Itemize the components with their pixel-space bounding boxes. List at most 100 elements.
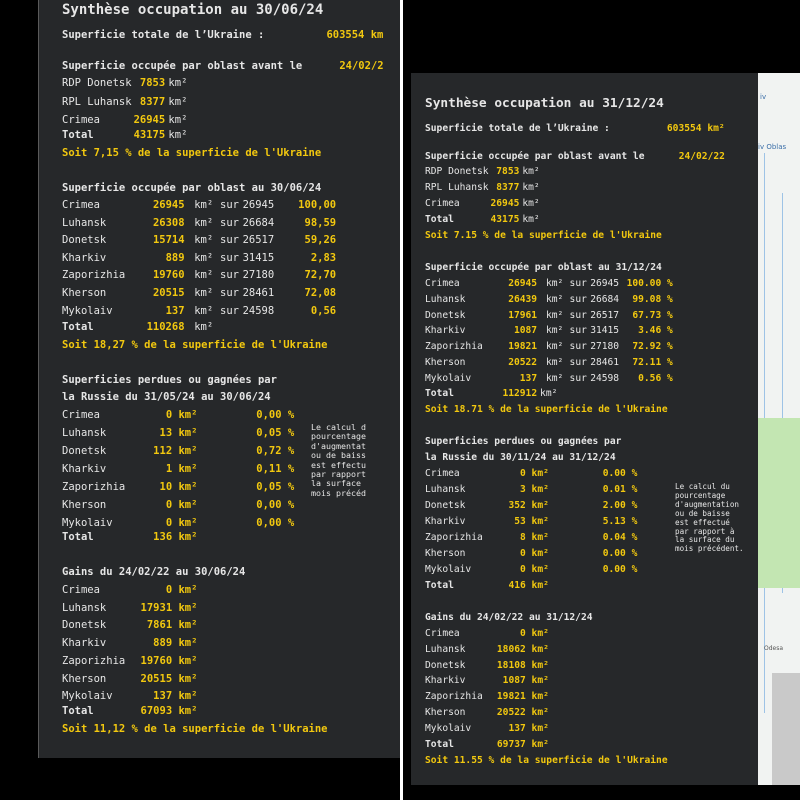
right-occ-unit: km² — [545, 325, 564, 337]
left-change-name: Kherson — [62, 499, 107, 511]
left-title: Synthèse occupation au 30/06/24 — [62, 2, 324, 18]
left-gains-name: Crimea — [62, 584, 100, 596]
right-occ-unit: km² — [545, 293, 564, 305]
right-occ-unit: km² — [545, 372, 564, 384]
right-gains-name: Kharkiv — [425, 675, 466, 687]
left-gains-name: Mykolaiv — [62, 690, 113, 703]
right-occ-value: 137 — [519, 372, 538, 384]
right-gains-value: 0 km² — [520, 628, 549, 639]
left-change-pct: 0,05 % — [256, 481, 295, 493]
left-before-value: 8377 — [139, 95, 166, 108]
left-gains-value: 889 km² — [153, 637, 198, 650]
right-occ-share: Soit 18.71 % de la superficie de l'Ukrai… — [425, 404, 668, 415]
map-green-area — [758, 418, 800, 588]
right-change-pct: 2.00 % — [602, 500, 638, 511]
left-occ-unit: km² — [194, 216, 214, 229]
left-occ-pct: 0,56 — [310, 304, 337, 317]
left-occ-sur: sur — [220, 251, 239, 264]
left-note-line: est effectu — [311, 459, 366, 470]
left-gains-total-label: Total — [62, 705, 94, 717]
left-change-head2: la Russie du 31/05/24 au 30/06/24 — [62, 391, 271, 403]
left-occ-sur: sur — [220, 287, 239, 299]
right-change-pct: 0.00 % — [602, 564, 638, 575]
left-occ-pct: 100,00 — [298, 199, 337, 211]
right-occ-pct: 100.00 % — [626, 278, 673, 289]
left-note-line: par rapport — [311, 469, 366, 479]
right-change-value: 8 km² — [520, 532, 549, 543]
left-gains-value: 0 km² — [165, 584, 198, 596]
left-occ-value: 20515 — [152, 287, 185, 299]
right-change-name: Donetsk — [425, 500, 466, 511]
left-before-total-value: 43175 — [133, 129, 166, 141]
left-gains-head: Gains du 24/02/22 au 30/06/24 — [62, 566, 246, 578]
right-occ-name: Donetsk — [425, 309, 466, 321]
right-gains-value: 20522 km² — [496, 707, 549, 718]
right-occ-value: 19821 — [508, 341, 538, 353]
right-occ-sur: sur — [569, 325, 587, 337]
left-before-date: 24/02/2 — [339, 60, 384, 72]
right-occ-sur: sur — [569, 293, 587, 305]
left-change-value: 13 km² — [159, 427, 198, 439]
right-change-pct: 0.00 % — [602, 468, 638, 479]
left-occ-total: 24598 — [242, 304, 275, 317]
left-change-total-label: Total — [62, 531, 94, 543]
left-occ-pct: 72,08 — [304, 287, 337, 299]
left-gains-value: 20515 km² — [140, 672, 198, 685]
left-change-name: Luhansk — [62, 427, 107, 439]
right-gains-name: Zaporizhia — [425, 691, 483, 703]
right-occ-unit: km² — [545, 309, 564, 321]
right-occ-name: Zaporizhia — [425, 341, 483, 353]
right-before-name: RDP Donetsk — [425, 166, 489, 177]
left-change-value: 0 km² — [165, 517, 198, 529]
left-change-head1: Superficies perdues ou gagnées par — [62, 374, 277, 386]
right-change-name: Zaporizhia — [425, 532, 483, 543]
right-occ-total: 26517 — [590, 309, 620, 321]
left-before-name: RDP Donetsk — [62, 77, 132, 89]
map-city-label: Odesa — [764, 645, 784, 652]
left-occ-value: 19760 — [152, 269, 185, 282]
right-gains-name: Mykolaiv — [425, 722, 472, 734]
right-occ-total: 26945 — [590, 278, 620, 289]
left-change-name: Mykolaiv — [62, 517, 113, 529]
left-change-pct: 0,11 % — [256, 463, 295, 475]
right-change-value: 0 km² — [520, 564, 549, 575]
left-gains-value: 137 km² — [153, 690, 198, 703]
right-gains-value: 19821 km² — [496, 691, 549, 703]
right-occ-sur: sur — [569, 278, 587, 289]
left-before-head: Superficie occupée par oblast avant le — [62, 60, 303, 72]
right-occ-name: Crimea — [425, 278, 460, 289]
right-change-pct: 5.13 % — [602, 516, 638, 527]
right-occ-pct: 3.46 % — [638, 325, 673, 337]
right-before-unit: km² — [522, 166, 540, 177]
right-note-line: pourcentage — [675, 490, 726, 500]
right-occ-unit: km² — [545, 341, 564, 353]
right-occ-unit: km² — [545, 278, 564, 289]
right-note-line: mois précédent. — [675, 544, 744, 554]
left-occ-pct: 2,83 — [310, 251, 337, 264]
right-change-value: 0 km² — [520, 548, 549, 559]
left-total-value: 603554 km — [326, 29, 384, 41]
right-before-name: Crimea — [425, 198, 460, 209]
right-occ-value: 20522 — [508, 357, 538, 368]
right-note-line: Le calcul du — [675, 482, 730, 491]
left-change-total-value: 136 km² — [153, 531, 198, 543]
right-before-unit: km² — [522, 198, 540, 209]
right-occ-pct: 99.08 % — [632, 293, 673, 305]
left-change-value: 0 km² — [165, 409, 198, 421]
right-occ-pct: 72.11 % — [632, 357, 673, 368]
right-occ-value: 26945 — [508, 278, 538, 289]
left-occ-pct: 72,70 — [304, 269, 337, 282]
left-gains-name: Kharkiv — [62, 637, 107, 650]
map-label-oblast: iv Oblas — [758, 143, 787, 151]
right-before-head: Superficie occupée par oblast avant le — [425, 151, 645, 162]
left-occ-unit: km² — [194, 234, 214, 247]
left-gains-total-value: 67093 km² — [140, 705, 198, 717]
left-change-pct: 0,00 % — [256, 517, 295, 529]
right-before-unit: km² — [522, 182, 540, 193]
right-total-value: 603554 km² — [666, 123, 725, 134]
left-before-total-unit: km² — [168, 129, 188, 141]
left-occ-value: 26945 — [152, 199, 185, 211]
right-summary-panel: Synthèse occupation au 31/12/24 Superfici… — [411, 73, 758, 785]
right-occ-total-unit: km² — [540, 388, 558, 399]
left-note-line: mois précéd — [311, 487, 366, 498]
